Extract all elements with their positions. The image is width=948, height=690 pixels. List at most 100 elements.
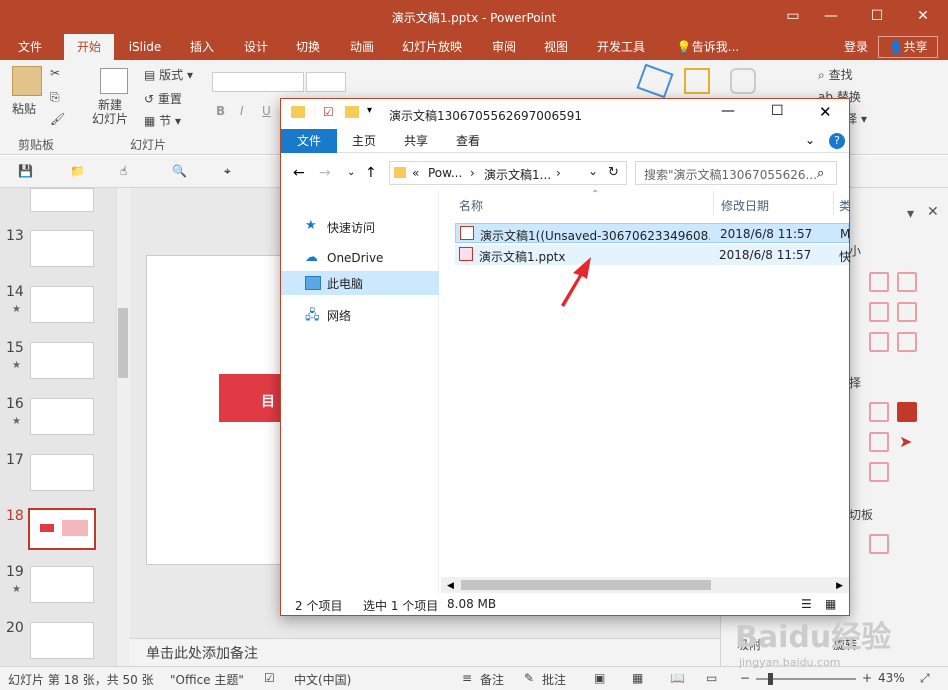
column-divider[interactable] — [833, 191, 834, 215]
comments-toggle[interactable]: 批注 — [542, 671, 566, 688]
file-row-selected[interactable]: 演示文稿1((Unsaved-30670623349608... 2018/6/… — [455, 223, 850, 243]
clipboard-icon[interactable] — [869, 534, 889, 554]
bold-icon[interactable]: B — [216, 104, 225, 118]
tab-transitions[interactable]: 切换 — [286, 34, 330, 60]
italic-icon[interactable]: I — [240, 104, 244, 118]
breadcrumb-separator[interactable]: › — [470, 166, 475, 180]
address-dropdown-icon[interactable]: ⌄ — [588, 164, 598, 178]
tell-me-box[interactable]: 💡告诉我... — [672, 34, 744, 60]
minimize-button[interactable]: — — [808, 0, 854, 34]
tab-review[interactable]: 审阅 — [482, 34, 526, 60]
slide-thumbnail-15[interactable] — [30, 342, 94, 379]
thumbnails-scrollbar[interactable] — [116, 188, 130, 666]
section-button[interactable]: ▦ 节 ▾ — [144, 112, 181, 129]
slide-thumbnail-19[interactable] — [30, 566, 94, 603]
tab-design[interactable]: 设计 — [234, 34, 278, 60]
refresh-icon[interactable]: ↻ — [608, 165, 619, 180]
file-list-horizontal-scrollbar[interactable]: ◀ ▶ — [441, 577, 849, 593]
cut-icon[interactable]: ✂ — [50, 66, 60, 80]
distribute-icon[interactable] — [869, 302, 889, 322]
nav-network[interactable]: 🖧 网络 — [281, 303, 439, 327]
touch-mode-icon[interactable]: ☝ — [120, 164, 127, 178]
breadcrumb-separator[interactable]: › — [556, 166, 561, 180]
column-divider[interactable] — [713, 191, 714, 215]
font-size-dropdown[interactable] — [306, 72, 346, 92]
zoom-level[interactable]: 43% — [878, 671, 905, 685]
open-folder-icon[interactable]: 📁 — [70, 164, 85, 178]
tab-file[interactable]: 文件 — [8, 34, 52, 60]
share-button[interactable]: 👤共享 — [878, 36, 938, 58]
address-box[interactable]: « Pow... › 演示文稿1... › ⌄ ↻ — [389, 161, 627, 185]
back-arrow-icon[interactable]: ← — [293, 165, 305, 181]
group-icon[interactable] — [869, 462, 889, 482]
slide-sorter-icon[interactable]: ▦ — [632, 671, 643, 685]
scroll-right-icon[interactable]: ▶ — [836, 581, 843, 591]
presenter-icon[interactable]: ⌖ — [224, 164, 231, 179]
explorer-tab-home[interactable]: 主页 — [343, 129, 385, 153]
shapes-icon[interactable] — [636, 63, 674, 99]
scrollbar-thumb[interactable] — [461, 580, 711, 590]
nav-this-pc[interactable]: 此电脑 — [281, 271, 439, 295]
pane-dropdown-icon[interactable]: ▾ — [907, 206, 914, 222]
slideshow-icon[interactable]: ▭ — [706, 671, 717, 685]
column-header-type[interactable]: 类 — [839, 197, 851, 214]
slide-thumbnail-16[interactable] — [30, 398, 94, 435]
slide-thumbnail-13[interactable] — [30, 230, 94, 267]
layout-button[interactable]: ▤ 版式 ▾ — [144, 66, 193, 83]
new-folder-icon[interactable] — [345, 106, 359, 118]
font-name-dropdown[interactable] — [212, 72, 304, 92]
copy-icon[interactable]: ⎘ — [50, 90, 60, 105]
zoom-slider[interactable] — [756, 673, 856, 685]
new-slide-icon[interactable] — [100, 68, 128, 94]
notes-toggle[interactable]: 备注 — [480, 671, 504, 688]
breadcrumb-item[interactable]: 演示文稿1... — [484, 166, 551, 183]
zoom-out-icon[interactable]: − — [740, 671, 750, 685]
maximize-button[interactable]: ☐ — [854, 0, 900, 34]
arrange-icon[interactable] — [684, 68, 710, 94]
notes-icon[interactable]: ≡ — [462, 671, 472, 685]
scroll-left-icon[interactable]: ◀ — [447, 581, 454, 591]
explorer-maximize-button[interactable]: ☐ — [771, 103, 784, 119]
close-button[interactable]: ✕ — [900, 0, 946, 34]
distribute-icon[interactable] — [897, 302, 917, 322]
pane-close-icon[interactable]: ✕ — [927, 204, 939, 220]
quick-styles-icon[interactable] — [730, 68, 756, 94]
column-header-date[interactable]: 修改日期 — [721, 197, 769, 214]
explorer-minimize-button[interactable]: — — [721, 103, 735, 119]
align-icon[interactable] — [869, 332, 889, 352]
align-icon[interactable] — [869, 272, 889, 292]
slide-thumbnail-18-selected[interactable] — [28, 508, 96, 550]
help-icon[interactable]: ? — [829, 133, 845, 149]
file-row[interactable]: 演示文稿1.pptx 2018/6/8 11:57 快 — [455, 245, 851, 265]
paste-icon[interactable] — [12, 66, 42, 96]
search-icon[interactable]: ⌕ — [817, 166, 824, 181]
slide-thumbnail-14[interactable] — [30, 286, 94, 323]
tab-animations[interactable]: 动画 — [340, 34, 384, 60]
explorer-tab-share[interactable]: 共享 — [395, 129, 437, 153]
find-button[interactable]: ⌕ 查找 — [818, 66, 853, 83]
align-icon[interactable] — [897, 332, 917, 352]
qat-dropdown-icon[interactable]: ▾ — [367, 105, 372, 116]
tab-home[interactable]: 开始 — [64, 34, 114, 60]
tab-developer[interactable]: 开发工具 — [590, 34, 652, 60]
paste-button[interactable]: 粘贴 — [12, 100, 36, 117]
file-explorer-window[interactable]: ☑ ▾ 演示文稿1306705562697006591 — ☐ ✕ 文件 主页 … — [280, 98, 851, 616]
reading-view-icon[interactable]: 📖 — [670, 671, 685, 685]
ribbon-expand-icon[interactable]: ⌄ — [805, 133, 815, 147]
language-indicator[interactable]: 中文(中国) — [294, 671, 351, 688]
new-slide-button[interactable]: 新建 幻灯片 — [92, 98, 128, 126]
navigation-pane[interactable]: ★ 快速访问 ☁ OneDrive 此电脑 🖧 网络 — [281, 191, 439, 593]
notes-pane[interactable]: 单击此处添加备注 — [130, 638, 720, 666]
properties-icon[interactable]: ☑ — [323, 105, 334, 119]
nav-onedrive[interactable]: ☁ OneDrive — [281, 247, 439, 271]
reset-button[interactable]: ↺ 重置 — [144, 90, 182, 107]
breadcrumb-item[interactable]: Pow... — [428, 166, 462, 180]
select-icon[interactable] — [869, 432, 889, 452]
normal-view-icon[interactable]: ▣ — [594, 671, 605, 685]
scrollbar-thumb[interactable] — [118, 308, 128, 378]
explorer-tab-file[interactable]: 文件 — [281, 129, 337, 153]
zoom-in-icon[interactable]: + — [862, 671, 872, 685]
recent-dropdown-icon[interactable]: ⌄ — [347, 167, 355, 178]
zoom-slider-handle[interactable] — [768, 673, 773, 685]
select-similar-icon[interactable] — [869, 402, 889, 422]
